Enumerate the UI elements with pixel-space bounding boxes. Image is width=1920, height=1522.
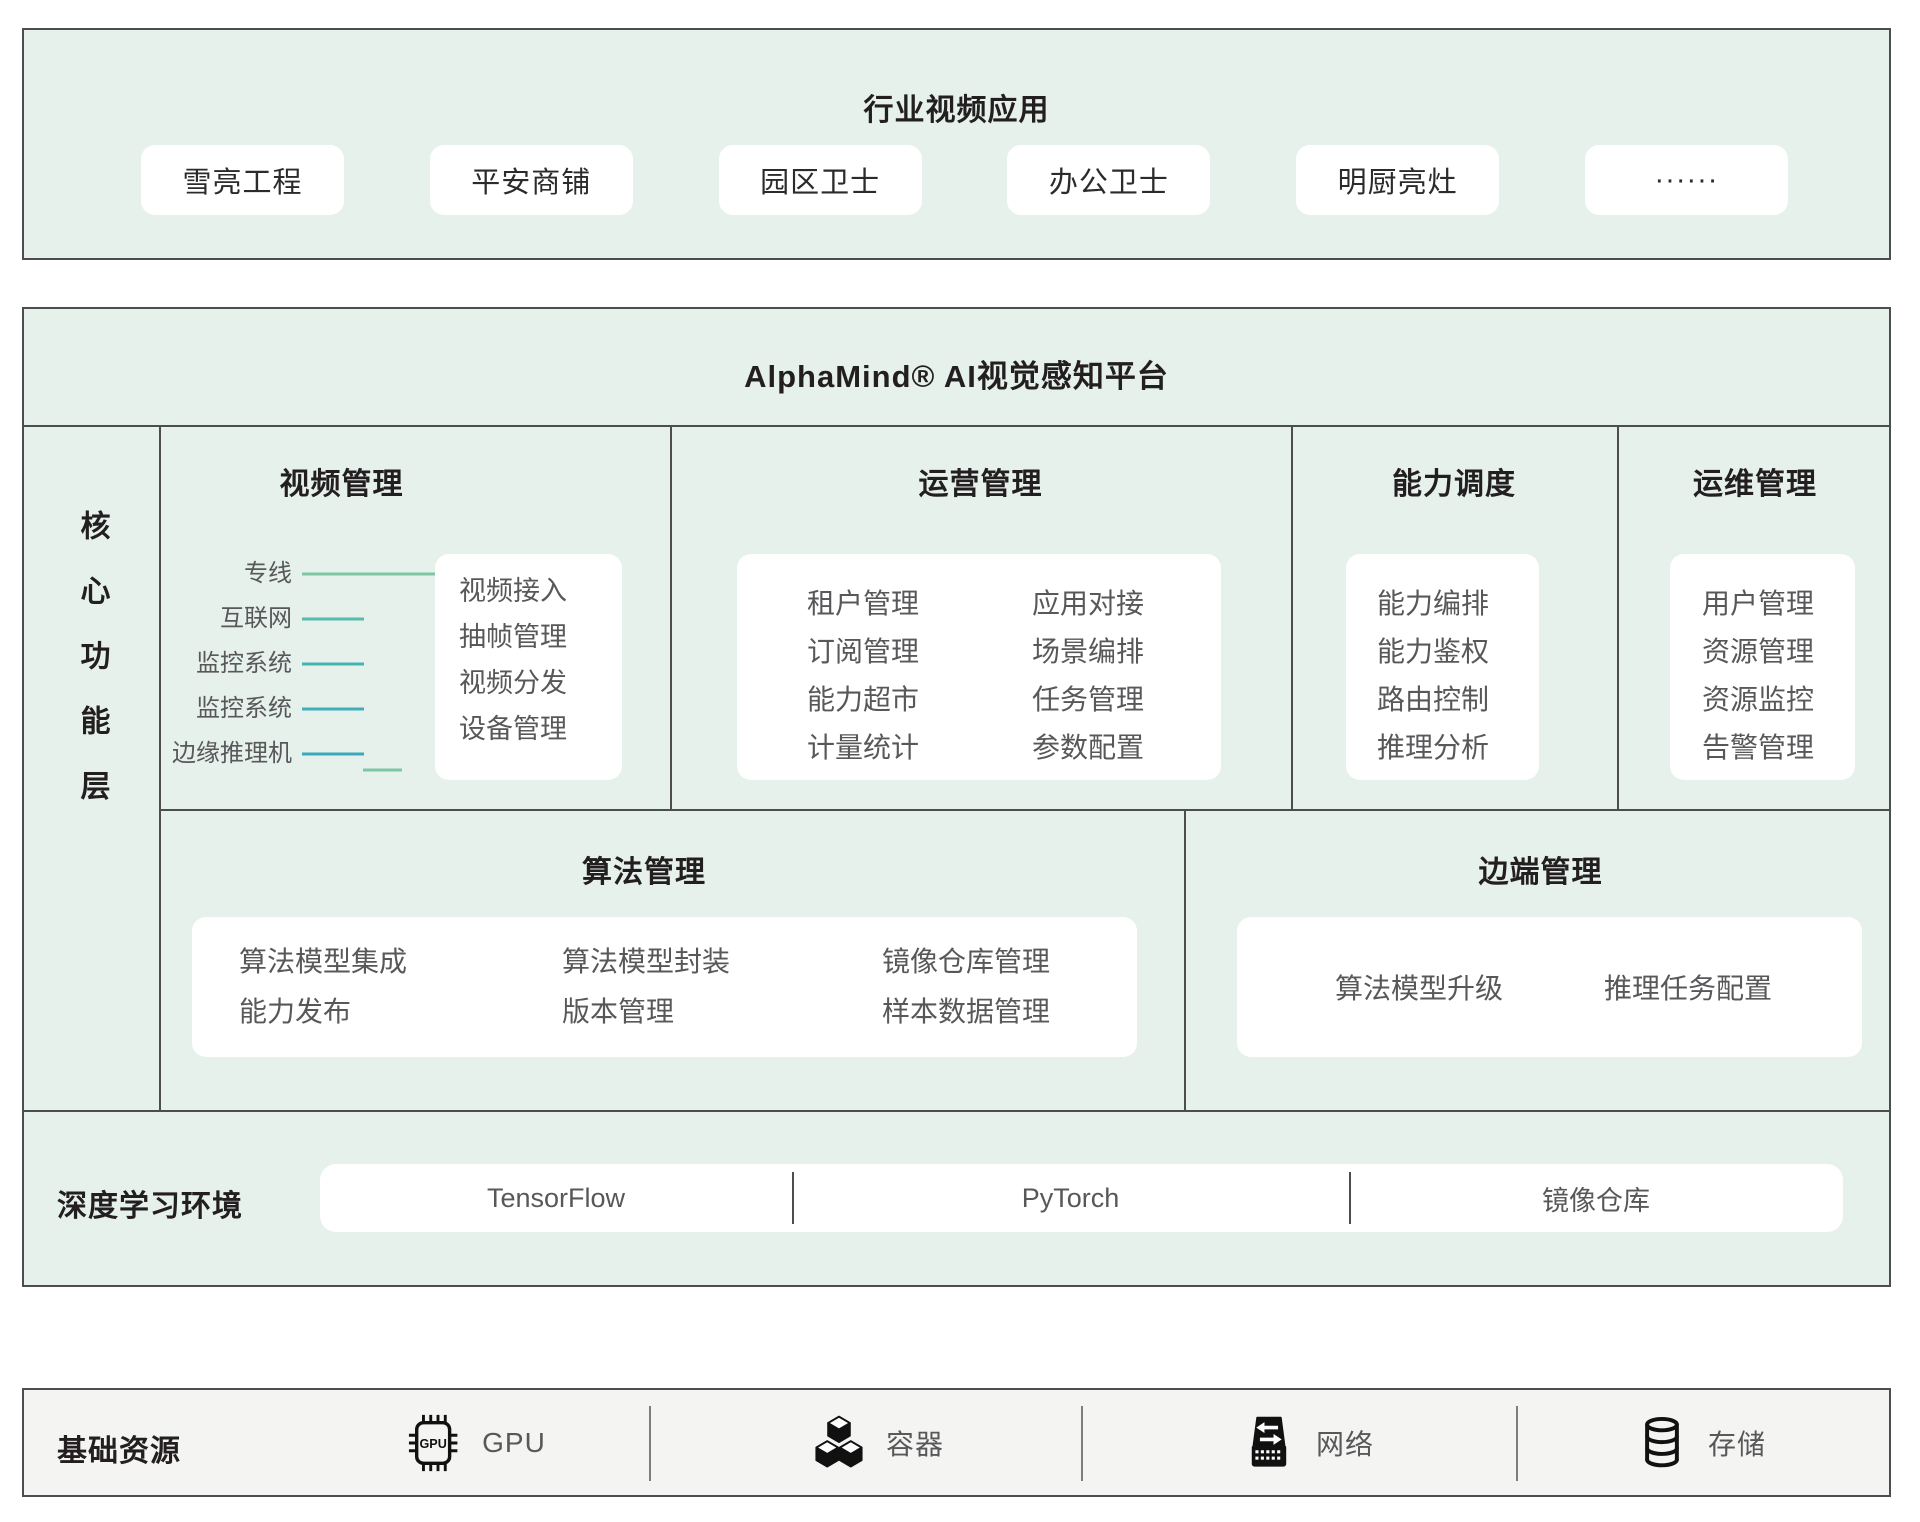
industry-apps-row: 雪亮工程 平安商铺 园区卫士 办公卫士 明厨亮灶 ······ [141,145,1788,215]
capability-title: 能力调度 [1291,459,1617,503]
svg-text:GPU: GPU [420,1436,447,1450]
app-chip-xueliang: 雪亮工程 [141,145,344,215]
app-chip-yuanqu: 园区卫士 [719,145,922,215]
algorithm-item: 能力发布 [239,987,562,1037]
operation-item: 计量统计 [807,724,1032,772]
maintenance-box: 用户管理 资源管理 资源监控 告警管理 [1670,554,1855,780]
infra-label: 基础资源 [57,1426,181,1470]
dl-env-bar: TensorFlow PyTorch 镜像仓库 [320,1164,1843,1232]
algorithm-col2: 算法模型封装 版本管理 [562,937,882,1057]
operation-item: 任务管理 [1032,676,1144,724]
app-chip-more: ······ [1585,145,1788,215]
algorithm-item: 版本管理 [562,987,882,1037]
storage-icon [1634,1415,1690,1471]
video-function-item: 视频分发 [459,660,622,706]
edge-item: 推理任务配置 [1604,967,1772,1007]
capability-item: 推理分析 [1377,724,1539,772]
infra-item-network: 网络 [1240,1390,1374,1495]
infra-item-label: GPU [482,1427,546,1459]
industry-apps-title: 行业视频应用 [24,85,1889,129]
video-source-label: 监控系统 [122,694,292,724]
operation-item: 订阅管理 [807,628,1032,676]
app-chip-mingchu: 明厨亮灶 [1296,145,1499,215]
maintenance-item: 告警管理 [1702,724,1855,772]
core-layer-label: 核心功能层 [70,425,114,1110]
algorithm-item: 镜像仓库管理 [882,937,1050,987]
app-chip-bangong: 办公卫士 [1007,145,1210,215]
infra-item-container: 容器 [810,1390,944,1495]
divider [1516,1406,1518,1481]
capability-item: 能力编排 [1377,580,1539,628]
operation-col2: 应用对接 场景编排 任务管理 参数配置 [1032,580,1144,780]
video-mgmt-title: 视频管理 [159,459,524,503]
infra-item-storage: 存储 [1634,1390,1766,1495]
infra-item-label: 网络 [1316,1423,1374,1463]
operation-col1: 租户管理 订阅管理 能力超市 计量统计 [807,580,1032,780]
operation-box: 租户管理 订阅管理 能力超市 计量统计 应用对接 场景编排 任务管理 参数配置 [737,554,1221,780]
maintenance-item: 资源监控 [1702,676,1855,724]
algorithm-item: 样本数据管理 [882,987,1050,1037]
platform-panel: AlphaMind® AI视觉感知平台 核心功能层 视频管理 专线 互联网 监控… [22,307,1891,1287]
operation-item: 租户管理 [807,580,1032,628]
video-functions-box: 视频接入 抽帧管理 视频分发 设备管理 [435,554,622,780]
video-source-label: 监控系统 [122,649,292,679]
video-connector-lines [297,557,442,787]
operation-item: 能力超市 [807,676,1032,724]
video-function-item: 视频接入 [459,568,622,614]
divider [24,425,1889,427]
operation-item: 参数配置 [1032,724,1144,772]
algorithm-title: 算法管理 [159,847,1129,891]
algorithm-box: 算法模型集成 能力发布 算法模型封装 版本管理 镜像仓库管理 样本数据管理 [192,917,1137,1057]
operation-mgmt-title: 运营管理 [670,459,1291,503]
algorithm-item: 算法模型封装 [562,937,882,987]
gpu-chip-icon: GPU [402,1412,464,1474]
algorithm-col1: 算法模型集成 能力发布 [239,937,562,1057]
infra-bar: 基础资源 GPU GPU [22,1388,1891,1497]
video-function-item: 设备管理 [459,706,622,752]
maintenance-item: 资源管理 [1702,628,1855,676]
divider [792,1172,794,1224]
maintenance-item: 用户管理 [1702,580,1855,628]
capability-item: 能力鉴权 [1377,628,1539,676]
capability-box: 能力编排 能力鉴权 路由控制 推理分析 [1346,554,1539,780]
dl-env-item-registry: 镜像仓库 [1349,1164,1843,1232]
edge-item: 算法模型升级 [1335,967,1503,1007]
edge-box: 算法模型升级 推理任务配置 [1237,917,1862,1057]
edge-mgmt-title: 边端管理 [1184,847,1897,891]
maintenance-title: 运维管理 [1617,459,1893,503]
algorithm-col3: 镜像仓库管理 样本数据管理 [882,937,1050,1057]
architecture-diagram: 行业视频应用 雪亮工程 平安商铺 园区卫士 办公卫士 明厨亮灶 ······ A… [0,0,1920,1522]
divider [1081,1406,1083,1481]
infra-item-label: 容器 [886,1423,944,1463]
dl-env-item-tensorflow: TensorFlow [320,1164,792,1232]
dl-env-item-pytorch: PyTorch [792,1164,1349,1232]
divider [1349,1172,1351,1224]
algorithm-item: 算法模型集成 [239,937,562,987]
video-source-label: 边缘推理机 [122,739,292,769]
divider [649,1406,651,1481]
divider [24,1110,1889,1112]
video-source-label: 互联网 [122,604,292,634]
divider [159,809,1889,811]
platform-title: AlphaMind® AI视觉感知平台 [24,351,1889,396]
infra-item-label: 存储 [1708,1423,1766,1463]
app-chip-pingan: 平安商铺 [430,145,633,215]
video-source-label: 专线 [122,559,292,589]
network-switch-icon [1240,1414,1298,1472]
infra-item-gpu: GPU GPU [402,1390,546,1495]
operation-item: 场景编排 [1032,628,1144,676]
operation-item: 应用对接 [1032,580,1144,628]
capability-item: 路由控制 [1377,676,1539,724]
dl-env-label: 深度学习环境 [57,1181,243,1225]
industry-apps-panel: 行业视频应用 雪亮工程 平安商铺 园区卫士 办公卫士 明厨亮灶 ······ [22,28,1891,260]
container-icon [810,1414,868,1472]
video-function-item: 抽帧管理 [459,614,622,660]
